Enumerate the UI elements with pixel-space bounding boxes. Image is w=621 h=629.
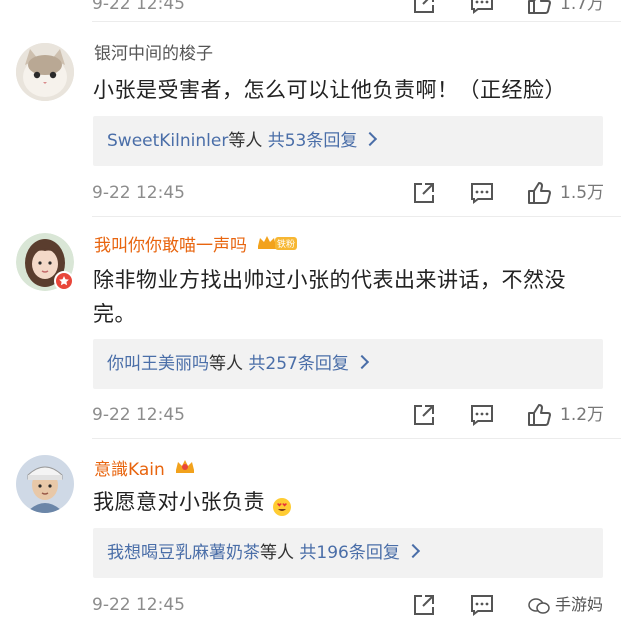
like-icon[interactable] (526, 0, 552, 16)
chevron-right-icon (405, 543, 420, 559)
username[interactable]: 意識Kain (94, 460, 165, 480)
reply-suffix: 等人 (228, 131, 263, 151)
like-count: 1.7万 (560, 0, 605, 14)
reply-suffix: 等人 (260, 543, 294, 563)
reply-count[interactable]: 共257条回复 (248, 354, 348, 374)
vip-crown-badge: 铁粉 (256, 234, 298, 258)
username-row: 我叫你你敢喵一声吗 铁粉 (94, 234, 298, 258)
timestamp: 9-22 12:45 (92, 595, 185, 615)
comment-icon[interactable] (469, 592, 495, 618)
username[interactable]: 我叫你你敢喵一声吗 (94, 236, 247, 256)
reply-summary[interactable]: 你叫王美丽吗等人 共257条回复 (93, 339, 603, 389)
comment-text: 我愿意对小张负责 (93, 490, 265, 514)
watermark-text: 手游妈 (554, 595, 603, 614)
like-icon[interactable] (526, 180, 552, 206)
reply-summary-text: SweetKilninler等人 共53条回复 (107, 129, 378, 153)
heart-eyes-emoji (272, 493, 292, 516)
meta-row-top: 9-22 12:45 1.7万 (0, 0, 621, 22)
divider (92, 438, 621, 439)
verified-badge-icon (54, 271, 74, 291)
comment-text-row: 我愿意对小张负责 (93, 485, 608, 519)
username[interactable]: 银河中间的梭子 (94, 43, 213, 65)
share-icon[interactable] (411, 592, 437, 618)
wechat-icon (528, 597, 550, 614)
timestamp: 9-22 12:45 (92, 0, 185, 14)
like-count: 1.2万 (560, 405, 605, 425)
comment-icon[interactable] (469, 0, 495, 16)
avatar[interactable] (16, 43, 74, 101)
reply-summary-text: 你叫王美丽吗等人 共257条回复 (107, 352, 369, 376)
share-icon[interactable] (411, 0, 437, 16)
username-row: 意識Kain (94, 458, 196, 482)
vip-crown-badge (174, 458, 196, 482)
reply-summary[interactable]: SweetKilninler等人 共53条回复 (93, 116, 603, 166)
fan-badge-label: 铁粉 (277, 238, 295, 250)
divider (92, 216, 621, 217)
reply-suffix: 等人 (209, 354, 243, 374)
chevron-right-icon (363, 131, 378, 147)
reply-users[interactable]: SweetKilninler (107, 131, 228, 151)
timestamp: 9-22 12:45 (92, 405, 185, 425)
share-icon[interactable] (411, 402, 437, 428)
watermark: 手游妈 (528, 591, 603, 615)
reply-count[interactable]: 共196条回复 (299, 543, 399, 563)
divider (92, 21, 621, 22)
avatar[interactable] (16, 455, 74, 513)
comment-icon[interactable] (469, 180, 495, 206)
meta-row: 9-22 12:45 1.2万 (0, 400, 621, 430)
share-icon[interactable] (411, 180, 437, 206)
reply-count[interactable]: 共53条回复 (268, 131, 358, 151)
comment-text: 小张是受害者，怎么可以让他负责啊！（正经脸） (93, 78, 566, 102)
reply-summary[interactable]: 我想喝豆乳麻薯奶茶等人 共196条回复 (93, 528, 603, 578)
like-icon[interactable] (526, 402, 552, 428)
reply-users[interactable]: 你叫王美丽吗 (107, 354, 209, 374)
avatar[interactable] (16, 233, 74, 291)
like-count: 1.5万 (560, 183, 605, 203)
comment-icon[interactable] (469, 402, 495, 428)
comment-text: 除非物业方找出帅过小张的代表出来讲话，不然没完。 (93, 268, 566, 326)
meta-row: 9-22 12:45 1.5万 (0, 178, 621, 208)
reply-users[interactable]: 我想喝豆乳麻薯奶茶 (107, 543, 260, 563)
chevron-right-icon (354, 354, 369, 370)
reply-summary-text: 我想喝豆乳麻薯奶茶等人 共196条回复 (107, 541, 420, 565)
timestamp: 9-22 12:45 (92, 183, 185, 203)
